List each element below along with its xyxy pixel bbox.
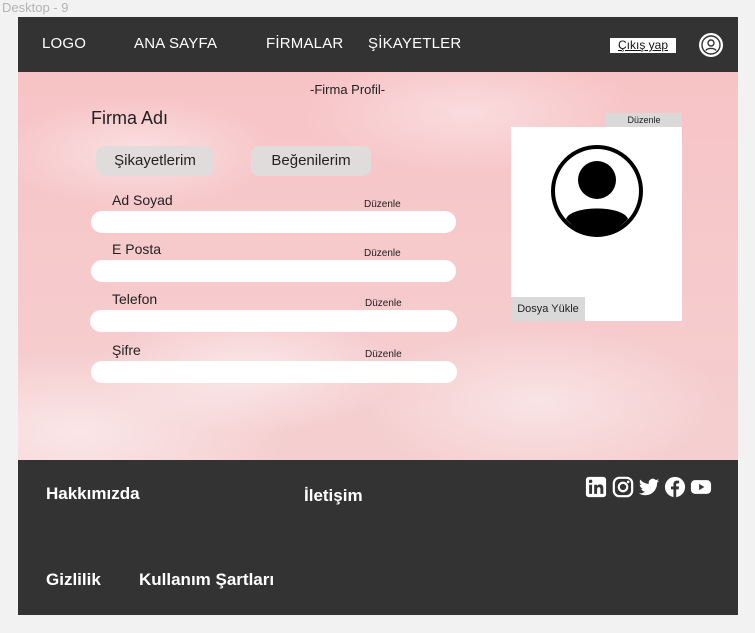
profile-section: -Firma Profil- Firma Adı Şikayetlerim Be… [18,72,738,460]
youtube-icon[interactable] [690,476,712,498]
facebook-icon[interactable] [664,476,686,498]
password-field[interactable] [91,361,457,383]
edit-email-link[interactable]: Düzenle [364,248,401,259]
instagram-icon[interactable] [612,476,634,498]
field-label-name: Ad Soyad [112,192,173,208]
header-bar: LOGO ANA SAYFA FİRMALAR ŞİKAYETLER Çıkış… [18,17,738,72]
field-label-password: Şifre [112,342,141,358]
upload-file-button[interactable]: Dosya Yükle [511,297,585,321]
my-likes-button[interactable]: Beğenilerim [251,146,371,176]
footer: Hakkımızda İletişim Gizlilik Kullanım Şa… [18,460,738,615]
nav-home[interactable]: ANA SAYFA [134,35,217,52]
footer-about-link[interactable]: Hakkımızda [46,484,140,504]
frame-label: Desktop - 9 [2,0,69,15]
footer-contact-link[interactable]: İletişim [304,486,363,506]
logo[interactable]: LOGO [42,35,86,52]
edit-phone-link[interactable]: Düzenle [365,298,402,309]
name-field[interactable] [91,211,456,233]
logout-button[interactable]: Çıkış yap [610,38,676,53]
nav-complaints[interactable]: ŞİKAYETLER [368,35,461,52]
field-label-phone: Telefon [112,291,158,307]
field-label-email: E Posta [112,241,162,257]
avatar-icon [551,145,643,237]
edit-name-link[interactable]: Düzenle [364,199,401,210]
my-complaints-button[interactable]: Şikayetlerim [96,146,214,176]
edit-photo-button[interactable]: Düzenle [606,113,682,127]
twitter-icon[interactable] [638,476,660,498]
linkedin-icon[interactable] [585,476,607,498]
nav-companies[interactable]: FİRMALAR [266,35,343,52]
edit-password-link[interactable]: Düzenle [365,349,402,360]
user-circle-icon[interactable] [699,33,723,57]
profile-photo-card: Dosya Yükle [511,127,682,321]
footer-terms-link[interactable]: Kullanım Şartları [139,570,274,590]
company-name: Firma Adı [91,108,169,128]
phone-field[interactable] [90,310,457,332]
page-frame: LOGO ANA SAYFA FİRMALAR ŞİKAYETLER Çıkış… [18,17,738,615]
email-field[interactable] [91,260,456,282]
page-subtitle: -Firma Profil- [310,82,386,97]
footer-privacy-link[interactable]: Gizlilik [46,570,101,590]
